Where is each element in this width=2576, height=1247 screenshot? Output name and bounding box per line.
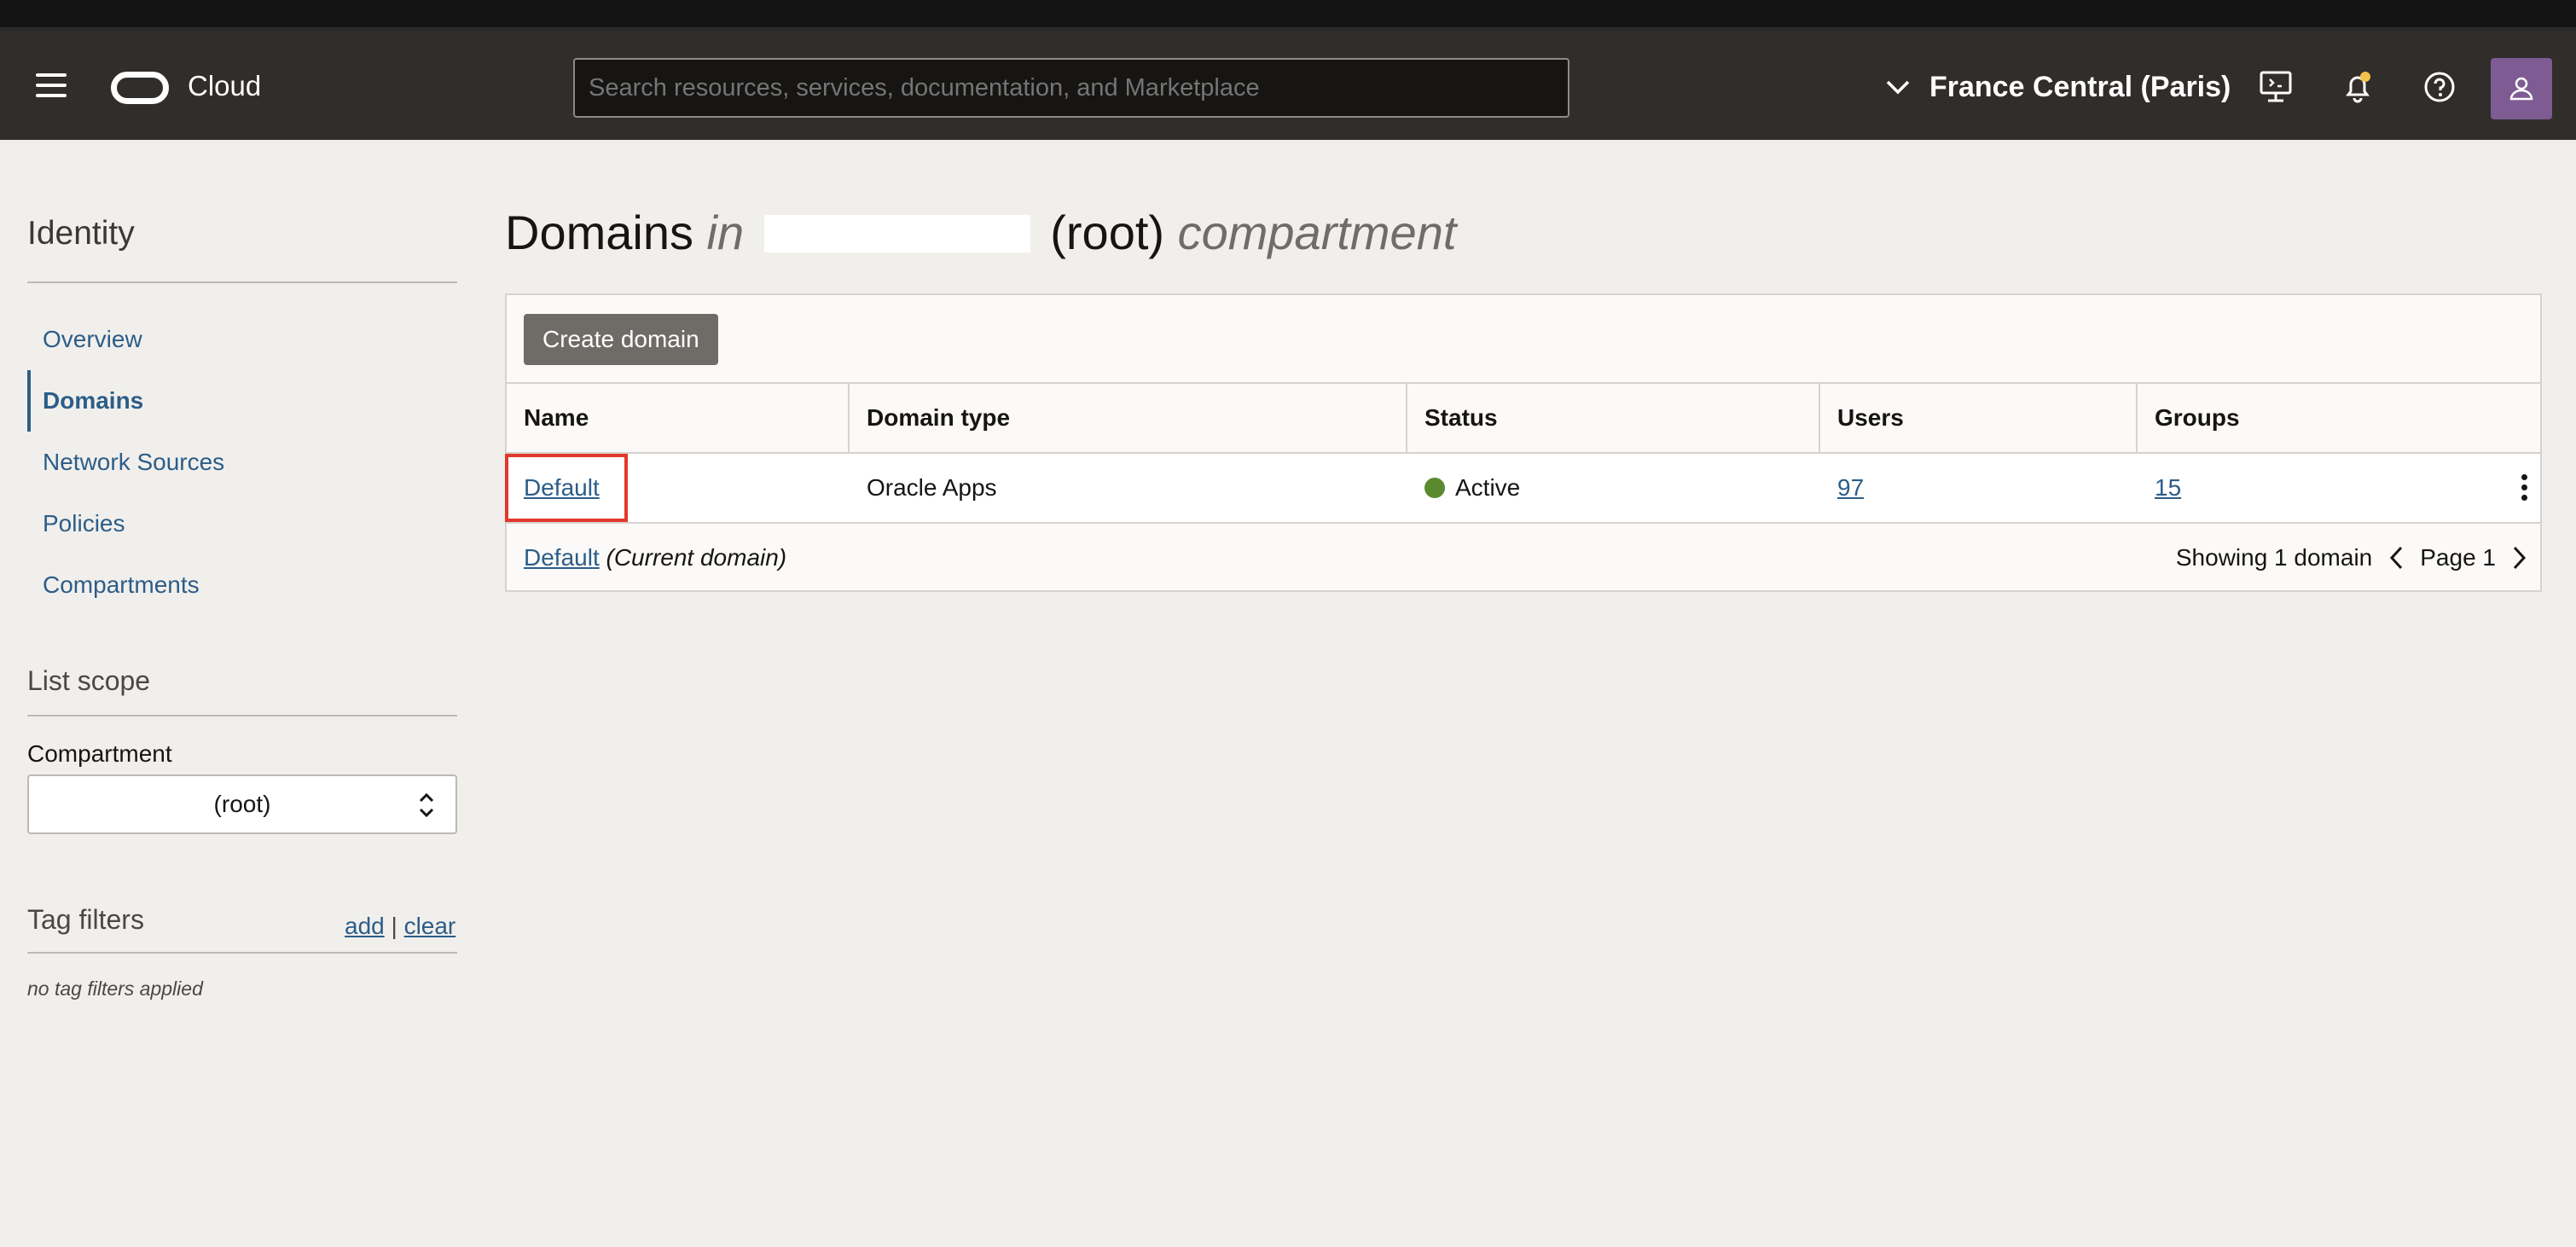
brand-label[interactable]: Cloud — [188, 70, 261, 102]
title-prefix: Domains — [505, 206, 693, 259]
profile-avatar[interactable] — [2491, 58, 2552, 119]
chevron-left-icon — [2390, 546, 2403, 570]
groups-count-link[interactable]: 15 — [2155, 474, 2181, 501]
current-domain-note: (Current domain) — [606, 544, 787, 571]
prev-page-button[interactable] — [2387, 544, 2405, 571]
pagination: Showing 1 domain Page 1 — [2176, 524, 2528, 592]
status-label: Active — [1455, 474, 1521, 501]
users-count-link[interactable]: 97 — [1837, 474, 1864, 501]
sidebar-item-overview[interactable]: Overview — [27, 309, 457, 370]
hamburger-menu-icon[interactable] — [36, 73, 67, 97]
next-page-button[interactable] — [2511, 544, 2528, 571]
top-header: Cloud France Central (Paris) — [0, 31, 2576, 140]
column-header-users[interactable]: Users — [1820, 384, 2138, 452]
tag-separator: | — [391, 913, 397, 939]
cloud-shell-icon[interactable] — [2257, 68, 2295, 106]
list-scope-heading: List scope — [27, 665, 151, 696]
cell-name: Default — [507, 454, 600, 522]
chevron-down-icon — [1886, 80, 1910, 95]
cell-users: 97 — [1820, 454, 1864, 522]
cell-groups: 15 — [2138, 454, 2181, 522]
current-domain-link[interactable]: Default — [524, 544, 600, 571]
tag-add-link[interactable]: add — [345, 913, 385, 939]
no-tag-filters-text: no tag filters applied — [27, 977, 203, 1000]
tag-clear-link[interactable]: clear — [404, 913, 456, 939]
title-in: in — [706, 206, 745, 259]
user-icon — [2509, 77, 2533, 101]
search-input[interactable] — [573, 58, 1569, 118]
column-header-groups[interactable]: Groups — [2138, 384, 2542, 452]
showing-count: Showing 1 domain — [2175, 544, 2373, 571]
sidebar-divider — [27, 281, 457, 283]
current-domain-info: Default (Current domain) — [524, 524, 786, 592]
table-footer: Default (Current domain) Showing 1 domai… — [507, 524, 2540, 592]
column-header-name[interactable]: Name — [507, 384, 850, 452]
page-title: Domains in (root) compartment — [505, 205, 1456, 260]
list-scope-divider — [27, 715, 457, 716]
table-toolbar: Create domain — [507, 295, 2540, 384]
chevron-right-icon — [2513, 546, 2527, 570]
cell-status: Active — [1407, 454, 1520, 522]
compartment-select[interactable]: (root) — [27, 774, 457, 834]
title-suffix: compartment — [1177, 206, 1457, 259]
redacted-tenancy-name — [763, 215, 1030, 252]
domain-name-link[interactable]: Default — [524, 474, 600, 501]
tag-filter-actions: add | clear — [345, 913, 455, 940]
row-actions-kebab-icon[interactable] — [2518, 474, 2530, 503]
bell-icon[interactable] — [2339, 68, 2376, 106]
table-row: Default Oracle Apps Active 97 15 — [505, 454, 2540, 524]
sidebar-item-policies[interactable]: Policies — [27, 493, 457, 554]
create-domain-button[interactable]: Create domain — [524, 314, 718, 365]
page-indicator: Page 1 — [2420, 544, 2496, 571]
table-header: Name Domain type Status Users Groups — [507, 384, 2540, 454]
sidebar-item-domains[interactable]: Domains — [27, 370, 457, 432]
help-icon[interactable] — [2421, 68, 2458, 106]
region-selector[interactable]: France Central (Paris) — [1885, 70, 2231, 104]
compartment-value: (root) — [213, 791, 271, 817]
cell-domain-type: Oracle Apps — [867, 474, 997, 501]
sidebar-title: Identity — [27, 215, 135, 252]
column-header-status[interactable]: Status — [1407, 384, 1820, 452]
sidebar-item-network-sources[interactable]: Network Sources — [27, 432, 457, 493]
domains-table-panel: Create domain Name Domain type Status Us… — [505, 293, 2542, 592]
compartment-label: Compartment — [27, 740, 172, 767]
up-down-chevron-icon — [419, 792, 434, 818]
sidebar-item-compartments[interactable]: Compartments — [27, 554, 457, 616]
column-header-domain-type[interactable]: Domain type — [850, 384, 1407, 452]
title-root: (root) — [1050, 206, 1165, 259]
sidebar-nav: Overview Domains Network Sources Policie… — [27, 309, 457, 616]
status-active-icon — [1424, 478, 1445, 498]
region-label: France Central (Paris) — [1929, 70, 2231, 103]
tag-filters-divider — [27, 952, 457, 954]
top-strip — [0, 0, 2576, 31]
oracle-logo-icon[interactable] — [111, 72, 169, 104]
tag-filters-heading: Tag filters — [27, 904, 144, 935]
